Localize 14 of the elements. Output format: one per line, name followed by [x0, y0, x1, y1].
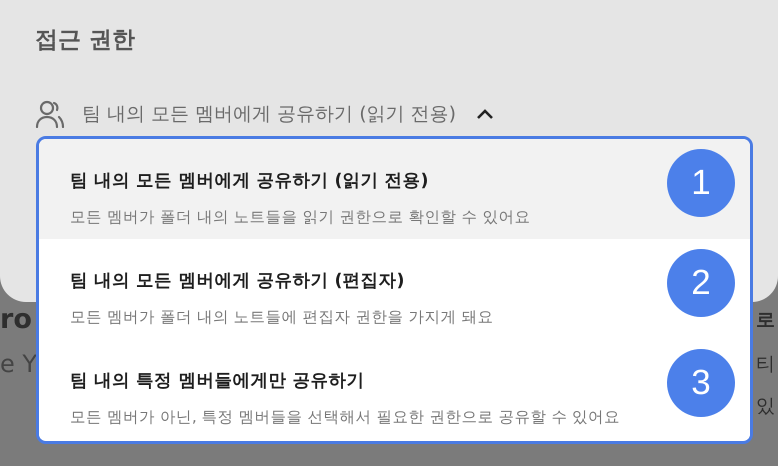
- option-title: 팀 내의 모든 멤버에게 공유하기 (읽기 전용): [70, 170, 429, 193]
- option-description: 모든 멤버가 아닌, 특정 멤버들을 선택해서 필요한 권한으로 공유할 수 있어요: [70, 407, 620, 428]
- dialog-title: 접근 권한: [35, 26, 136, 55]
- background-text: e Y: [0, 349, 38, 380]
- option-title: 팀 내의 모든 멤버에게 공유하기 (편집자): [70, 270, 404, 293]
- access-dropdown[interactable]: 팀 내의 모든 멤버에게 공유하기 (읽기 전용): [35, 94, 494, 134]
- background-text: 있: [756, 394, 775, 419]
- option-title: 팀 내의 특정 멤버들에게만 공유하기: [70, 370, 364, 393]
- background-heading: ro: [0, 303, 32, 337]
- option-description: 모든 멤버가 폴더 내의 노트들을 읽기 권한으로 확인할 수 있어요: [70, 207, 530, 228]
- people-icon: [35, 100, 65, 128]
- option-description: 모든 멤버가 폴더 내의 노트들에 편집자 권한을 가지게 돼요: [70, 307, 494, 328]
- background-heading: 로: [756, 308, 775, 333]
- background-text: 티: [756, 352, 775, 377]
